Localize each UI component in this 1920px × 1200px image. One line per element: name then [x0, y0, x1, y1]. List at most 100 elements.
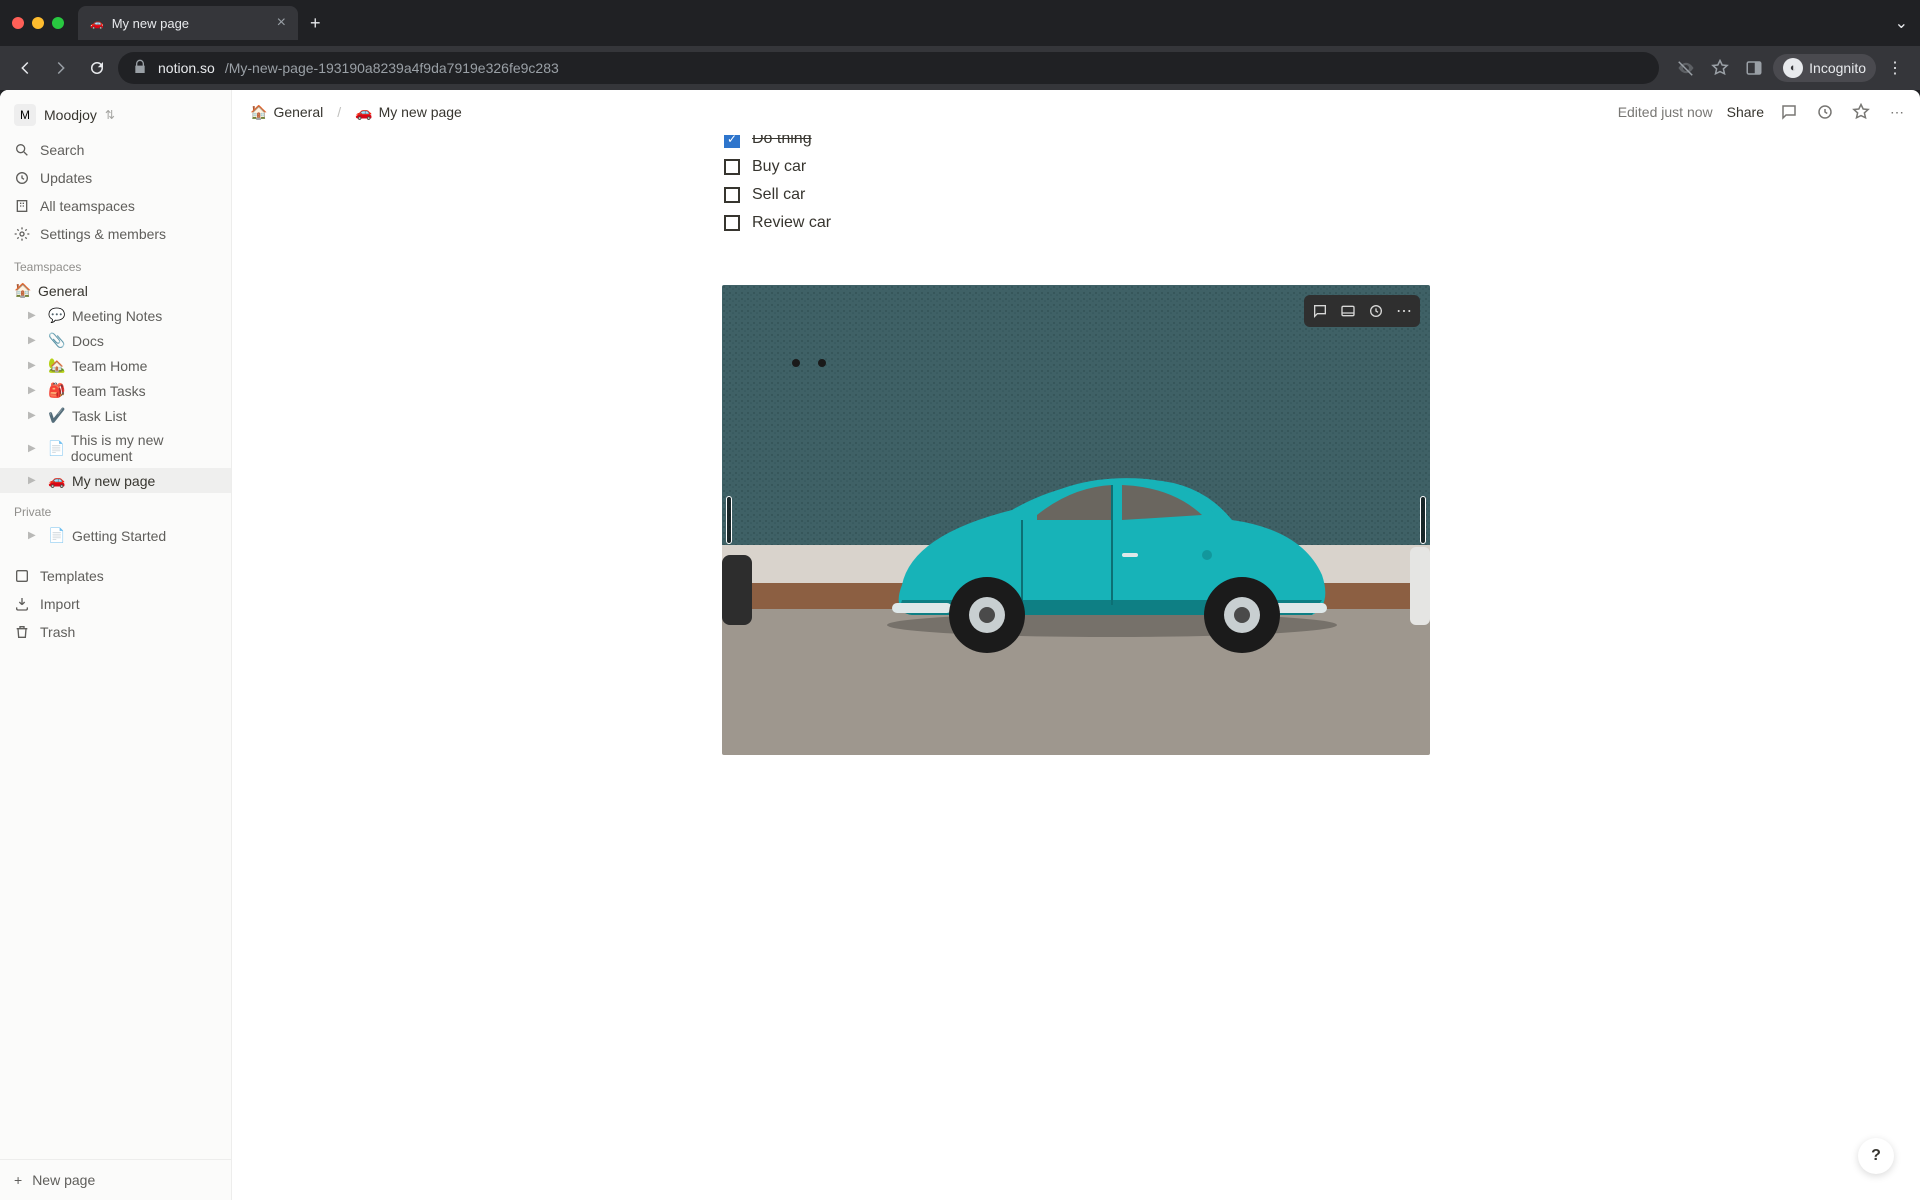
image-original-icon[interactable]	[1362, 297, 1390, 325]
comments-icon[interactable]	[1778, 101, 1800, 123]
sidebar-settings[interactable]: Settings & members	[0, 220, 231, 248]
sidebar-import[interactable]: Import	[0, 590, 231, 618]
page-icon: 💬	[48, 307, 66, 324]
todo-item[interactable]: Buy car	[724, 153, 1430, 181]
image-more-icon[interactable]: ⋯	[1390, 297, 1418, 325]
new-page-button[interactable]: + New page	[0, 1159, 231, 1200]
tab-favicon: 🚗	[90, 17, 104, 30]
image-caption-icon[interactable]	[1334, 297, 1362, 325]
sidebar-all-teamspaces[interactable]: All teamspaces	[0, 192, 231, 220]
image-resize-left[interactable]	[726, 496, 732, 544]
sidebar-page-team-home[interactable]: ▶ 🏡 Team Home	[0, 353, 231, 378]
image-block[interactable]: ⋯	[722, 285, 1430, 755]
forward-button[interactable]	[46, 53, 76, 83]
favorite-star-icon[interactable]	[1850, 101, 1872, 123]
help-button[interactable]: ?	[1858, 1138, 1894, 1174]
image-comment-icon[interactable]	[1306, 297, 1334, 325]
sidebar-search[interactable]: Search	[0, 136, 231, 164]
share-button[interactable]: Share	[1727, 104, 1764, 120]
checkbox[interactable]	[724, 159, 740, 175]
tab-close-icon[interactable]: ×	[277, 14, 286, 32]
page-label: Getting Started	[72, 528, 166, 544]
chevron-right-icon[interactable]: ▶	[28, 335, 42, 346]
sidebar-page-getting-started[interactable]: ▶ 📄 Getting Started	[0, 523, 231, 548]
reload-button[interactable]	[82, 53, 112, 83]
chevron-right-icon[interactable]: ▶	[28, 443, 41, 454]
chevron-right-icon[interactable]: ▶	[28, 360, 42, 371]
browser-menu-icon[interactable]: ⋮	[1880, 53, 1910, 83]
tabs-dropdown-icon[interactable]: ⌄	[1895, 13, 1908, 33]
chevron-right-icon[interactable]: ▶	[28, 310, 42, 321]
checkbox[interactable]	[724, 187, 740, 203]
sidebar-page-this-is-my-new-document[interactable]: ▶ 📄 This is my new document	[0, 428, 231, 468]
history-icon[interactable]	[1814, 101, 1836, 123]
chevron-updown-icon: ⇅	[105, 108, 115, 122]
todo-item[interactable]: Do thing	[724, 135, 1430, 153]
bookmark-star-icon[interactable]	[1705, 53, 1735, 83]
app-frame: M Moodjoy ⇅ Search Updates All teamspace…	[0, 90, 1920, 1200]
checkbox[interactable]	[724, 215, 740, 231]
todo-item[interactable]: Sell car	[724, 181, 1430, 209]
page-icon: 🏡	[48, 357, 66, 374]
breadcrumb-separator: /	[337, 104, 341, 120]
browser-toolbar: notion.so/My-new-page-193190a8239a4f9da7…	[0, 46, 1920, 90]
page-menu-icon[interactable]: ⋯	[1886, 101, 1908, 123]
eye-off-icon[interactable]	[1671, 53, 1701, 83]
sidebar-page-task-list[interactable]: ▶ ✔️ Task List	[0, 403, 231, 428]
todo-list: Do thing Buy car Sell car Review car	[722, 135, 1430, 237]
breadcrumb-current[interactable]: 🚗 My new page	[349, 100, 468, 125]
private-header: Private	[0, 493, 231, 523]
page-label: Task List	[72, 408, 126, 424]
browser-titlebar: 🚗 My new page × + ⌄	[0, 0, 1920, 46]
chevron-right-icon[interactable]: ▶	[28, 410, 42, 421]
page-label: Meeting Notes	[72, 308, 162, 324]
sidebar-updates-label: Updates	[40, 170, 92, 186]
sidebar-trash[interactable]: Trash	[0, 618, 231, 646]
page-icon: ✔️	[48, 407, 66, 424]
sidebar-page-docs[interactable]: ▶ 📎 Docs	[0, 328, 231, 353]
todo-label: Review car	[752, 214, 831, 232]
address-bar[interactable]: notion.so/My-new-page-193190a8239a4f9da7…	[118, 52, 1659, 84]
chevron-right-icon[interactable]: ▶	[28, 475, 42, 486]
back-button[interactable]	[10, 53, 40, 83]
todo-item[interactable]: Review car	[724, 209, 1430, 237]
url-host: notion.so	[158, 60, 215, 76]
workspace-name: Moodjoy	[44, 107, 97, 123]
lock-icon	[132, 59, 148, 78]
page-topbar: 🏠 General / 🚗 My new page Edited just no…	[232, 90, 1920, 135]
checkbox[interactable]	[724, 135, 740, 148]
teamspace-general[interactable]: 🏠 General	[0, 278, 231, 303]
sidebar-updates[interactable]: Updates	[0, 164, 231, 192]
new-tab-button[interactable]: +	[310, 13, 321, 34]
breadcrumb-general[interactable]: 🏠 General	[244, 100, 329, 125]
page-icon: 🚗	[48, 472, 66, 489]
teamspaces-header: Teamspaces	[0, 248, 231, 278]
incognito-label: Incognito	[1809, 60, 1866, 76]
sidebar-page-team-tasks[interactable]: ▶ 🎒 Team Tasks	[0, 378, 231, 403]
chevron-right-icon[interactable]: ▶	[28, 385, 42, 396]
sidebar-page-meeting-notes[interactable]: ▶ 💬 Meeting Notes	[0, 303, 231, 328]
template-icon	[14, 568, 30, 584]
window-zoom-button[interactable]	[52, 17, 64, 29]
sidebar-page-my-new-page[interactable]: ▶ 🚗 My new page	[0, 468, 231, 493]
page-label: My new page	[72, 473, 155, 489]
page-icon: 📄	[47, 440, 64, 457]
image-resize-right[interactable]	[1420, 496, 1426, 544]
incognito-badge[interactable]: ◐ Incognito	[1773, 54, 1876, 82]
todo-label: Buy car	[752, 158, 806, 176]
building-icon	[14, 198, 30, 214]
sidebar-templates[interactable]: Templates	[0, 562, 231, 590]
window-minimize-button[interactable]	[32, 17, 44, 29]
plus-icon: +	[14, 1172, 22, 1188]
clock-icon	[14, 170, 30, 186]
chevron-right-icon[interactable]: ▶	[28, 530, 42, 541]
page-icon: 🎒	[48, 382, 66, 399]
browser-tab[interactable]: 🚗 My new page ×	[78, 6, 298, 40]
workspace-switcher[interactable]: M Moodjoy ⇅	[0, 90, 231, 136]
window-close-button[interactable]	[12, 17, 24, 29]
breadcrumb: 🏠 General / 🚗 My new page	[244, 100, 468, 125]
incognito-icon: ◐	[1783, 58, 1803, 78]
page-icon: 📎	[48, 332, 66, 349]
panel-icon[interactable]	[1739, 53, 1769, 83]
new-page-label: New page	[32, 1172, 95, 1188]
